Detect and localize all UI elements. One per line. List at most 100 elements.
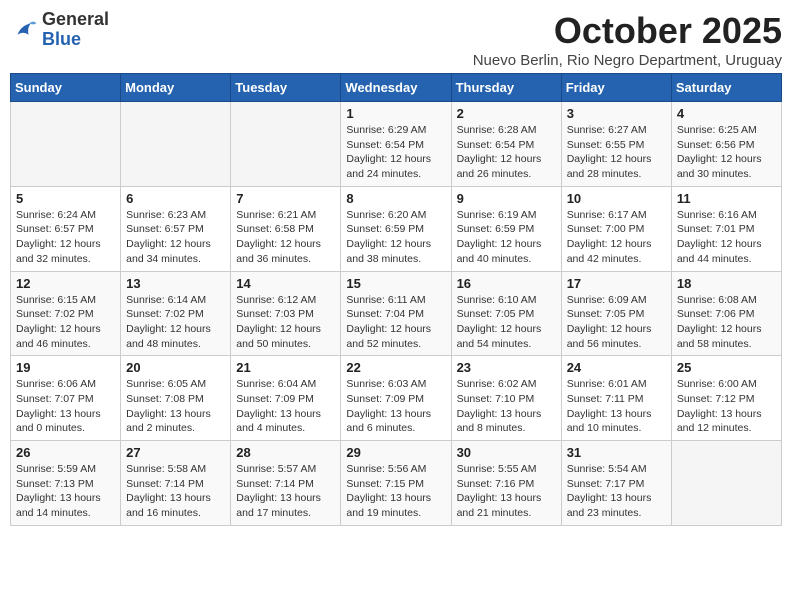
calendar-cell xyxy=(121,102,231,187)
calendar-cell: 10Sunrise: 6:17 AMSunset: 7:00 PMDayligh… xyxy=(561,186,671,271)
day-info: Sunrise: 6:24 AMSunset: 6:57 PMDaylight:… xyxy=(16,208,115,267)
day-info: Sunrise: 6:05 AMSunset: 7:08 PMDaylight:… xyxy=(126,377,225,436)
day-number: 7 xyxy=(236,191,335,206)
logo-icon xyxy=(10,16,38,44)
calendar-cell: 27 Sunrise: 5:58 AMSunset: 7:14 PMDayligh… xyxy=(121,441,231,526)
weekday-header-sunday: Sunday xyxy=(11,74,121,102)
calendar-cell: 8 Sunrise: 6:20 AMSunset: 6:59 PMDaylight… xyxy=(341,186,451,271)
day-number: 9 xyxy=(457,191,556,206)
day-info: Sunrise: 5:56 AMSunset: 7:15 PMDaylight:… xyxy=(346,462,445,521)
day-info: Sunrise: 6:27 AMSunset: 6:55 PMDaylight:… xyxy=(567,123,666,182)
calendar-cell: 17 Sunrise: 6:09 AMSunset: 7:05 PMDayligh… xyxy=(561,271,671,356)
day-info: Sunrise: 6:20 AMSunset: 6:59 PMDaylight:… xyxy=(346,208,445,267)
calendar-cell: 29 Sunrise: 5:56 AMSunset: 7:15 PMDayligh… xyxy=(341,441,451,526)
calendar-cell: 18Sunrise: 6:08 AMSunset: 7:06 PMDayligh… xyxy=(671,271,781,356)
day-number: 29 xyxy=(346,445,445,460)
calendar-week-1: 1Sunrise: 6:29 AMSunset: 6:54 PMDaylight… xyxy=(11,102,782,187)
weekday-header-saturday: Saturday xyxy=(671,74,781,102)
day-info: Sunrise: 6:03 AMSunset: 7:09 PMDaylight:… xyxy=(346,377,445,436)
weekday-header-row: SundayMondayTuesdayWednesdayThursdayFrid… xyxy=(11,74,782,102)
weekday-header-tuesday: Tuesday xyxy=(231,74,341,102)
calendar-cell: 25 Sunrise: 6:00 AMSunset: 7:12 PMDayligh… xyxy=(671,356,781,441)
day-number: 31 xyxy=(567,445,666,460)
day-number: 26 xyxy=(16,445,115,460)
calendar-cell: 3Sunrise: 6:27 AMSunset: 6:55 PMDaylight… xyxy=(561,102,671,187)
day-info: Sunrise: 6:28 AMSunset: 6:54 PMDaylight:… xyxy=(457,123,556,182)
logo-blue: Blue xyxy=(42,29,81,49)
month-title: October 2025 xyxy=(473,10,782,52)
day-info: Sunrise: 5:55 AMSunset: 7:16 PMDaylight:… xyxy=(457,462,556,521)
calendar-week-4: 19Sunrise: 6:06 AMSunset: 7:07 PMDayligh… xyxy=(11,356,782,441)
day-info: Sunrise: 5:58 AMSunset: 7:14 PMDaylight:… xyxy=(126,462,225,521)
day-info: Sunrise: 6:02 AMSunset: 7:10 PMDaylight:… xyxy=(457,377,556,436)
calendar-cell: 19Sunrise: 6:06 AMSunset: 7:07 PMDayligh… xyxy=(11,356,121,441)
day-number: 20 xyxy=(126,360,225,375)
day-info: Sunrise: 6:25 AMSunset: 6:56 PMDaylight:… xyxy=(677,123,776,182)
calendar-cell: 20 Sunrise: 6:05 AMSunset: 7:08 PMDayligh… xyxy=(121,356,231,441)
day-number: 22 xyxy=(346,360,445,375)
logo-general: General xyxy=(42,9,109,29)
day-number: 10 xyxy=(567,191,666,206)
day-number: 16 xyxy=(457,276,556,291)
calendar-cell: 6Sunrise: 6:23 AMSunset: 6:57 PMDaylight… xyxy=(121,186,231,271)
calendar-cell: 1Sunrise: 6:29 AMSunset: 6:54 PMDaylight… xyxy=(341,102,451,187)
day-info: Sunrise: 6:04 AMSunset: 7:09 PMDaylight:… xyxy=(236,377,335,436)
day-info: Sunrise: 6:08 AMSunset: 7:06 PMDaylight:… xyxy=(677,293,776,352)
day-info: Sunrise: 6:00 AMSunset: 7:12 PMDaylight:… xyxy=(677,377,776,436)
calendar-week-2: 5 Sunrise: 6:24 AMSunset: 6:57 PMDaylight… xyxy=(11,186,782,271)
calendar-table: SundayMondayTuesdayWednesdayThursdayFrid… xyxy=(10,73,782,526)
day-number: 30 xyxy=(457,445,556,460)
calendar-cell xyxy=(11,102,121,187)
day-info: Sunrise: 6:12 AMSunset: 7:03 PMDaylight:… xyxy=(236,293,335,352)
day-info: Sunrise: 6:09 AMSunset: 7:05 PMDaylight:… xyxy=(567,293,666,352)
day-number: 6 xyxy=(126,191,225,206)
calendar-cell: 22 Sunrise: 6:03 AMSunset: 7:09 PMDayligh… xyxy=(341,356,451,441)
day-number: 25 xyxy=(677,360,776,375)
calendar-cell: 23 Sunrise: 6:02 AMSunset: 7:10 PMDayligh… xyxy=(451,356,561,441)
calendar-cell: 7 Sunrise: 6:21 AMSunset: 6:58 PMDaylight… xyxy=(231,186,341,271)
day-number: 21 xyxy=(236,360,335,375)
title-block: October 2025 Nuevo Berlin, Rio Negro Dep… xyxy=(473,10,782,69)
weekday-header-wednesday: Wednesday xyxy=(341,74,451,102)
calendar-cell: 2 Sunrise: 6:28 AMSunset: 6:54 PMDaylight… xyxy=(451,102,561,187)
calendar-cell xyxy=(671,441,781,526)
day-number: 17 xyxy=(567,276,666,291)
day-info: Sunrise: 6:11 AMSunset: 7:04 PMDaylight:… xyxy=(346,293,445,352)
weekday-header-monday: Monday xyxy=(121,74,231,102)
day-number: 5 xyxy=(16,191,115,206)
page-header: General Blue October 2025 Nuevo Berlin, … xyxy=(10,10,782,69)
day-number: 1 xyxy=(346,106,445,121)
day-number: 24 xyxy=(567,360,666,375)
calendar-week-3: 12Sunrise: 6:15 AMSunset: 7:02 PMDayligh… xyxy=(11,271,782,356)
weekday-header-friday: Friday xyxy=(561,74,671,102)
day-number: 2 xyxy=(457,106,556,121)
calendar-cell xyxy=(231,102,341,187)
day-info: Sunrise: 6:16 AMSunset: 7:01 PMDaylight:… xyxy=(677,208,776,267)
location-subtitle: Nuevo Berlin, Rio Negro Department, Urug… xyxy=(473,52,782,69)
calendar-cell: 5 Sunrise: 6:24 AMSunset: 6:57 PMDaylight… xyxy=(11,186,121,271)
calendar-cell: 21 Sunrise: 6:04 AMSunset: 7:09 PMDayligh… xyxy=(231,356,341,441)
day-number: 4 xyxy=(677,106,776,121)
calendar-cell: 31 Sunrise: 5:54 AMSunset: 7:17 PMDayligh… xyxy=(561,441,671,526)
day-number: 27 xyxy=(126,445,225,460)
calendar-cell: 28Sunrise: 5:57 AMSunset: 7:14 PMDayligh… xyxy=(231,441,341,526)
calendar-cell: 16Sunrise: 6:10 AMSunset: 7:05 PMDayligh… xyxy=(451,271,561,356)
day-number: 23 xyxy=(457,360,556,375)
day-number: 13 xyxy=(126,276,225,291)
day-number: 15 xyxy=(346,276,445,291)
day-info: Sunrise: 6:21 AMSunset: 6:58 PMDaylight:… xyxy=(236,208,335,267)
day-info: Sunrise: 6:01 AMSunset: 7:11 PMDaylight:… xyxy=(567,377,666,436)
calendar-cell: 4 Sunrise: 6:25 AMSunset: 6:56 PMDaylight… xyxy=(671,102,781,187)
day-info: Sunrise: 5:59 AMSunset: 7:13 PMDaylight:… xyxy=(16,462,115,521)
day-info: Sunrise: 6:19 AMSunset: 6:59 PMDaylight:… xyxy=(457,208,556,267)
day-number: 12 xyxy=(16,276,115,291)
day-number: 8 xyxy=(346,191,445,206)
day-number: 11 xyxy=(677,191,776,206)
day-info: Sunrise: 6:06 AMSunset: 7:07 PMDaylight:… xyxy=(16,377,115,436)
calendar-cell: 11 Sunrise: 6:16 AMSunset: 7:01 PMDayligh… xyxy=(671,186,781,271)
calendar-cell: 14 Sunrise: 6:12 AMSunset: 7:03 PMDayligh… xyxy=(231,271,341,356)
day-info: Sunrise: 5:54 AMSunset: 7:17 PMDaylight:… xyxy=(567,462,666,521)
day-number: 14 xyxy=(236,276,335,291)
calendar-cell: 24 Sunrise: 6:01 AMSunset: 7:11 PMDayligh… xyxy=(561,356,671,441)
day-info: Sunrise: 5:57 AMSunset: 7:14 PMDaylight:… xyxy=(236,462,335,521)
